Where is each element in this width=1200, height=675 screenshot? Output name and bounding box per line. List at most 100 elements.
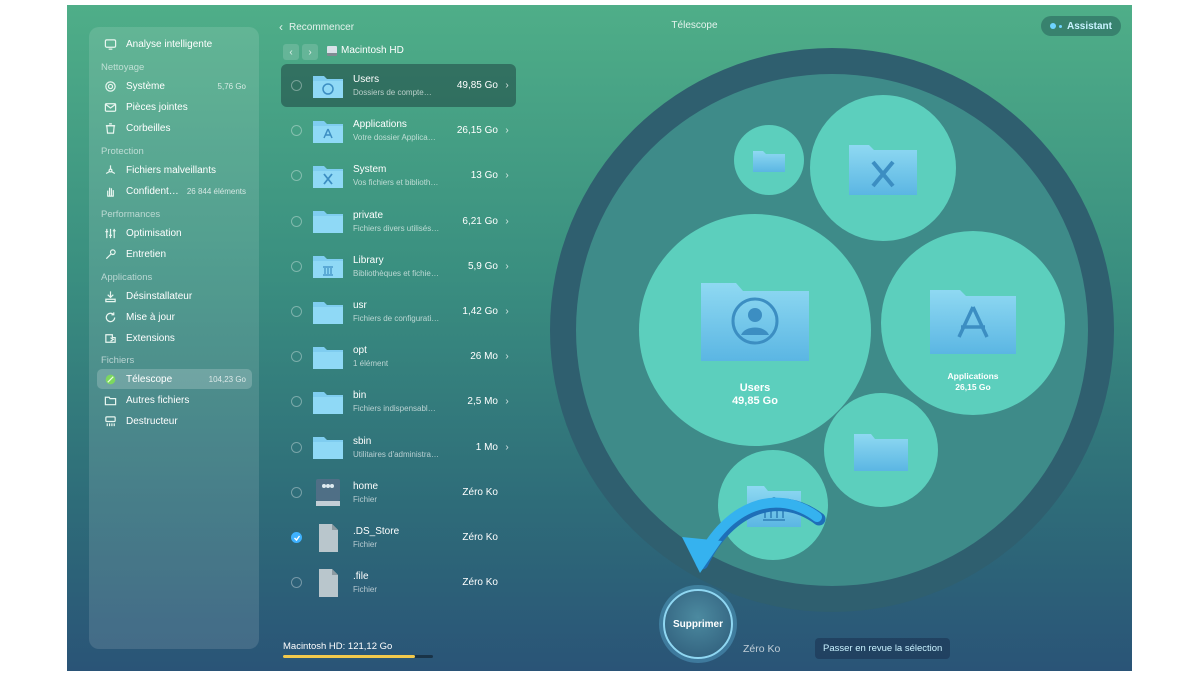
assistant-label: Assistant bbox=[1066, 20, 1112, 32]
chevron-right-icon[interactable]: › bbox=[498, 261, 516, 272]
file-row[interactable]: home Fichier Zéro Ko bbox=[281, 471, 516, 514]
file-row[interactable]: Library Bibliothèques et fichier… 5,9 Go › bbox=[281, 245, 516, 288]
file-size: 26,15 Go bbox=[456, 125, 498, 137]
section-title-files: Fichiers bbox=[101, 355, 135, 366]
file-row[interactable]: .DS_Store Fichier Zéro Ko bbox=[281, 516, 516, 559]
file-row[interactable]: Applications Votre dossier Applica… 26,15 … bbox=[281, 109, 516, 152]
assistant-dot-small-icon bbox=[1058, 24, 1062, 28]
sidebar-item-privacy[interactable]: Confident… 26 844 éléments bbox=[97, 181, 252, 201]
disk-usage-label: Macintosh HD: 121,12 Go bbox=[283, 641, 393, 652]
assistant-button[interactable]: Assistant bbox=[1041, 16, 1121, 36]
file-description: Fichiers de configurati… bbox=[353, 314, 440, 323]
select-checkbox[interactable] bbox=[291, 396, 302, 408]
sidebar-item-value: 5,76 Go bbox=[217, 81, 246, 91]
select-checkbox[interactable] bbox=[291, 351, 302, 363]
file-row[interactable]: usr Fichiers de configurati… 1,42 Go › bbox=[281, 290, 516, 333]
chevron-right-icon[interactable]: › bbox=[498, 306, 516, 317]
back-label: Recommencer bbox=[289, 21, 355, 33]
chevron-right-icon[interactable]: › bbox=[498, 170, 516, 181]
sidebar-item-label: Analyse intelligente bbox=[126, 38, 213, 50]
sidebar-item-uninstaller[interactable]: Désinstallateur bbox=[97, 286, 252, 306]
sliders-icon bbox=[103, 226, 117, 240]
file-size: 1,42 Go bbox=[462, 306, 498, 317]
telescope-icon bbox=[103, 372, 117, 386]
select-checkbox[interactable] bbox=[291, 577, 302, 589]
file-row[interactable]: bin Fichiers indispensables… 2,5 Mo › bbox=[281, 380, 516, 423]
breadcrumb[interactable]: Macintosh HD bbox=[327, 45, 404, 56]
file-text: Users Dossiers de compte… bbox=[353, 74, 440, 97]
sidebar-item-other-files[interactable]: Autres fichiers bbox=[97, 390, 252, 410]
users-folder-icon bbox=[313, 75, 343, 98]
folder-icon bbox=[313, 301, 343, 324]
select-checkbox[interactable] bbox=[291, 170, 302, 182]
library-folder-icon bbox=[313, 256, 343, 279]
sidebar-item-maintenance[interactable]: Entretien bbox=[97, 244, 252, 264]
sidebar-item-system[interactable]: Système 5,76 Go bbox=[97, 76, 252, 96]
section-title-performance: Performances bbox=[101, 209, 161, 220]
file-row[interactable]: .file Fichier Zéro Ko bbox=[281, 561, 516, 604]
breadcrumb-drive: Macintosh HD bbox=[341, 45, 404, 56]
file-name: home bbox=[353, 480, 379, 492]
sidebar-item-updater[interactable]: Mise à jour bbox=[97, 307, 252, 327]
chevron-right-icon[interactable]: › bbox=[498, 442, 516, 453]
sidebar-item-telescope[interactable]: Télescope 104,23 Go bbox=[97, 369, 252, 389]
file-description: Fichier bbox=[353, 494, 378, 504]
file-row[interactable]: System Vos fichiers et bibliothèq… 13 Go › bbox=[281, 154, 516, 197]
review-selection-button[interactable]: Passer en revue la sélection bbox=[815, 638, 951, 659]
chevron-right-icon[interactable]: › bbox=[498, 396, 516, 407]
sidebar-item-smart-scan[interactable]: Analyse intelligente bbox=[97, 34, 252, 54]
select-checkbox[interactable] bbox=[291, 80, 302, 91]
file-row[interactable]: Users Dossiers de compte… 49,85 Go › bbox=[281, 64, 516, 107]
sidebar-item-label: Système bbox=[126, 80, 165, 92]
file-row[interactable]: private Fichiers divers utilisés… 6,21 Go › bbox=[281, 200, 516, 243]
file-row[interactable]: opt 1 élément 26 Mo › bbox=[281, 335, 516, 378]
sidebar-item-malware[interactable]: Fichiers malveillants bbox=[97, 160, 252, 180]
disk-usage-fill bbox=[283, 655, 415, 658]
nav-back-button[interactable]: ‹ bbox=[283, 44, 299, 60]
sidebar-item-attachments[interactable]: Pièces jointes bbox=[97, 97, 252, 117]
bubble-users[interactable]: Users 49,85 Go bbox=[639, 214, 871, 446]
sidebar-item-label: Corbeilles bbox=[126, 122, 171, 134]
sidebar-item-label: Entretien bbox=[126, 248, 167, 260]
select-checkbox[interactable] bbox=[291, 125, 302, 137]
sidebar-item-optimization[interactable]: Optimisation bbox=[97, 223, 252, 243]
file-text: .file Fichier bbox=[353, 571, 440, 594]
bubble-applications[interactable]: Applications 26,15 Go bbox=[881, 231, 1065, 415]
bubble-private[interactable] bbox=[824, 393, 938, 507]
sidebar-item-extensions[interactable]: Extensions bbox=[97, 328, 252, 348]
update-icon bbox=[103, 310, 117, 324]
file-icon bbox=[319, 523, 338, 552]
chevron-right-icon[interactable]: › bbox=[498, 351, 516, 362]
file-row[interactable]: sbin Utilitaires d'administratio… 1 Mo › bbox=[281, 426, 516, 469]
select-checkbox[interactable] bbox=[291, 532, 302, 543]
delete-button[interactable]: Supprimer bbox=[663, 589, 733, 659]
file-size: Zéro Ko bbox=[462, 486, 498, 498]
select-checkbox[interactable] bbox=[291, 441, 302, 453]
file-description: Votre dossier Applica… bbox=[353, 133, 436, 143]
sidebar-item-trash[interactable]: Corbeilles bbox=[97, 118, 252, 138]
file-size: Zéro Ko bbox=[462, 577, 498, 589]
chevron-right-icon[interactable]: › bbox=[498, 125, 516, 136]
chevron-right-icon[interactable]: › bbox=[498, 216, 516, 227]
folder-icon bbox=[103, 393, 117, 407]
file-description: Vos fichiers et bibliothèq… bbox=[353, 178, 440, 188]
chevron-right-icon[interactable]: › bbox=[498, 80, 516, 91]
bubble-system[interactable] bbox=[810, 95, 956, 241]
file-name: Applications bbox=[353, 119, 407, 131]
select-checkbox[interactable] bbox=[291, 306, 302, 317]
bubble-small-folder[interactable] bbox=[734, 125, 804, 195]
back-button[interactable]: ‹ Recommencer bbox=[279, 20, 354, 34]
nav-forward-button[interactable]: › bbox=[302, 44, 318, 60]
select-checkbox[interactable] bbox=[291, 486, 302, 498]
sidebar-item-shredder[interactable]: Destructeur bbox=[97, 411, 252, 431]
file-size: 5,9 Go bbox=[467, 260, 498, 272]
select-checkbox[interactable] bbox=[291, 215, 302, 227]
apps-folder-icon bbox=[313, 120, 343, 143]
select-checkbox[interactable] bbox=[291, 260, 302, 272]
file-text: Applications Votre dossier Applica… bbox=[353, 119, 440, 142]
chevron-left-icon: ‹ bbox=[289, 46, 293, 58]
file-text: opt 1 élément bbox=[353, 345, 440, 368]
file-name: sbin bbox=[353, 435, 372, 447]
sidebar-item-label: Mise à jour bbox=[126, 311, 175, 323]
system-folder-icon bbox=[849, 145, 917, 195]
